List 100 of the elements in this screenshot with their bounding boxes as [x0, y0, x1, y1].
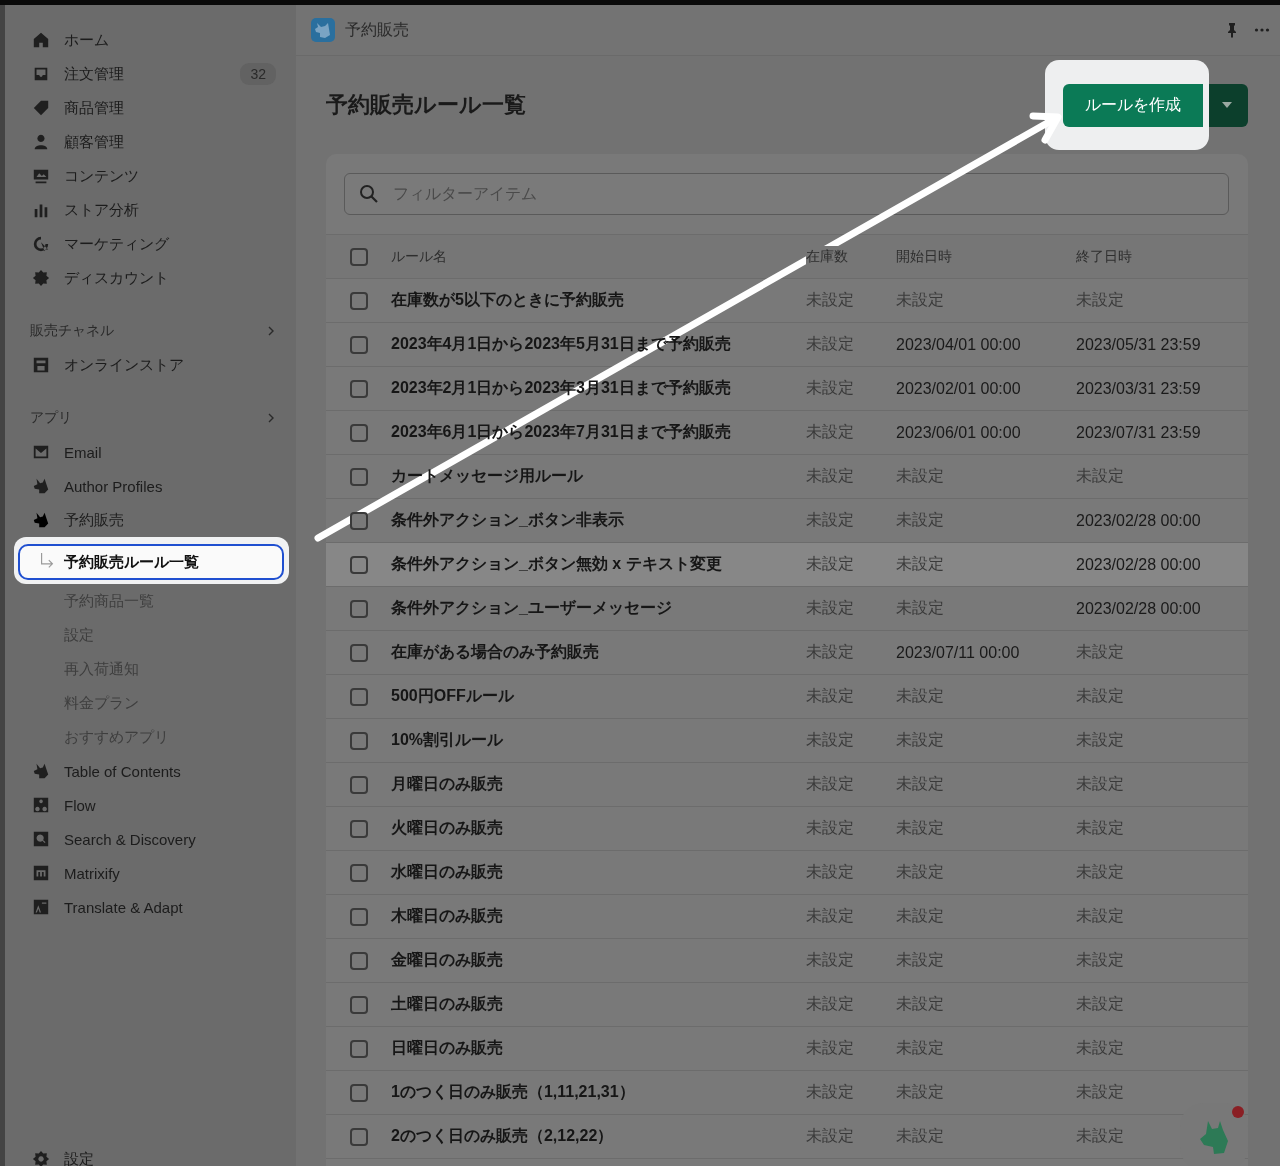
table-row[interactable]: 条件外アクション_ボタン無効 x テキスト変更 未設定 未設定 2023/02/28 00:00 [326, 543, 1248, 587]
row-checkbox[interactable] [349, 995, 368, 1014]
row-checkbox[interactable] [349, 1039, 368, 1058]
section-heading: アプリ [30, 409, 72, 427]
table-row[interactable]: 日曜日のみ販売 未設定 未設定 未設定 [326, 1027, 1248, 1071]
nav-item[interactable]: 顧客管理 [5, 125, 296, 159]
table-cell: 未設定 [1076, 687, 1124, 704]
sub-nav-item[interactable]: 予約販売ルール一覧 [18, 544, 284, 580]
table-row[interactable]: 水曜日のみ販売 未設定 未設定 未設定 [326, 851, 1248, 895]
nav-item[interactable]: Email [5, 435, 296, 469]
rule-name: 500円OFFルール [391, 687, 514, 704]
nav-item[interactable]: Table of Contents [5, 754, 296, 788]
settings-link[interactable]: 設定 [5, 1142, 296, 1166]
table-cell: 未設定 [806, 863, 854, 880]
table-cell: 未設定 [896, 731, 944, 748]
nav-item[interactable]: Search & Discovery [5, 822, 296, 856]
rule-name: 条件外アクション_ボタン無効 x テキスト変更 [391, 555, 722, 572]
column-header: 開始日時 [896, 246, 952, 266]
table-cell: 未設定 [806, 643, 854, 660]
table-cell: 未設定 [896, 511, 944, 528]
search-icon [359, 184, 379, 204]
create-rule-button[interactable]: ルールを作成 [1063, 84, 1203, 127]
table-row[interactable]: 在庫数が5以下のときに予約販売 未設定 未設定 未設定 [326, 279, 1248, 323]
dog-icon [32, 477, 50, 495]
nav-item[interactable]: ストア分析 [5, 193, 296, 227]
target-icon [32, 235, 50, 253]
row-checkbox[interactable] [349, 907, 368, 926]
rule-name: 土曜日のみ販売 [391, 995, 503, 1012]
table-row[interactable]: 条件外アクション_ユーザーメッセージ 未設定 未設定 2023/02/28 00:00 [326, 587, 1248, 631]
column-header: ルール名 [391, 246, 447, 266]
table-row[interactable]: 火曜日のみ販売 未設定 未設定 未設定 [326, 807, 1248, 851]
row-checkbox[interactable] [349, 467, 368, 486]
table-cell: 2023/04/01 00:00 [896, 335, 1021, 353]
table-row[interactable]: 10%割引ルール 未設定 未設定 未設定 [326, 719, 1248, 763]
select-all-checkbox[interactable] [349, 247, 368, 266]
table-cell: 未設定 [1076, 775, 1124, 792]
row-checkbox[interactable] [349, 951, 368, 970]
row-checkbox[interactable] [349, 291, 368, 310]
app-logo-icon [311, 18, 335, 42]
row-checkbox[interactable] [349, 643, 368, 662]
home-icon [32, 31, 50, 49]
table-cell: 未設定 [896, 819, 944, 836]
table-cell: 未設定 [806, 819, 854, 836]
inbox-icon [32, 65, 50, 83]
nav-item[interactable]: Translate & Adapt [5, 890, 296, 924]
nav-item[interactable]: マーケティング [5, 227, 296, 261]
table-cell: 未設定 [896, 775, 944, 792]
page-title: 予約販売ルール一覧 [326, 91, 526, 119]
row-checkbox[interactable] [349, 379, 368, 398]
rule-name: 在庫がある場合のみ予約販売 [391, 643, 599, 660]
table-cell: 未設定 [806, 951, 854, 968]
table-row[interactable]: 金曜日のみ販売 未設定 未設定 未設定 [326, 939, 1248, 983]
nav-item[interactable]: 予約販売 [5, 503, 296, 537]
row-checkbox[interactable] [349, 731, 368, 750]
nav-item[interactable]: Flow [5, 788, 296, 822]
table-cell: 2023/05/31 23:59 [1076, 335, 1201, 353]
table-cell: 未設定 [896, 1127, 944, 1144]
nav-item[interactable]: Matrixify [5, 856, 296, 890]
table-row[interactable]: 月曜日のみ販売 未設定 未設定 未設定 [326, 763, 1248, 807]
table-cell: 未設定 [1076, 731, 1124, 748]
table-row[interactable]: 500円OFFルール 未設定 未設定 未設定 [326, 675, 1248, 719]
table-cell: 未設定 [806, 1083, 854, 1100]
row-checkbox[interactable] [349, 775, 368, 794]
row-checkbox[interactable] [349, 555, 368, 574]
table-row[interactable]: 土曜日のみ販売 未設定 未設定 未設定 [326, 983, 1248, 1027]
row-checkbox[interactable] [349, 423, 368, 442]
table-cell: 未設定 [806, 731, 854, 748]
chevron-icon[interactable] [266, 326, 276, 336]
chevron-icon[interactable] [266, 413, 276, 423]
rule-name: 日曜日のみ販売 [391, 1039, 503, 1056]
table-row[interactable]: 木曜日のみ販売 未設定 未設定 未設定 [326, 895, 1248, 939]
table-cell: 未設定 [806, 335, 854, 352]
table-cell: 未設定 [896, 291, 944, 308]
nav-item[interactable]: 注文管理 32 [5, 57, 296, 91]
table-cell: 2023/02/28 00:00 [1076, 511, 1201, 529]
column-header: 在庫数 [806, 246, 848, 266]
nav-item[interactable]: 商品管理 [5, 91, 296, 125]
rule-name: 10%割引ルール [391, 731, 504, 748]
row-checkbox[interactable] [349, 687, 368, 706]
nav-item[interactable]: Author Profiles [5, 469, 296, 503]
row-checkbox[interactable] [349, 819, 368, 838]
table-row[interactable]: 在庫がある場合のみ予約販売 未設定 2023/07/11 00:00 未設定 [326, 631, 1248, 675]
row-checkbox[interactable] [349, 863, 368, 882]
nav-item[interactable]: コンテンツ [5, 159, 296, 193]
row-checkbox[interactable] [349, 599, 368, 618]
table-cell: 未設定 [1076, 819, 1124, 836]
table-cell: 未設定 [806, 1127, 854, 1144]
table-cell: 未設定 [806, 555, 854, 572]
nav-item[interactable]: ホーム [5, 23, 296, 57]
branch-icon [38, 553, 56, 571]
row-checkbox[interactable] [349, 1083, 368, 1102]
table-cell: 2023/02/28 00:00 [1076, 599, 1201, 617]
rule-name: 金曜日のみ販売 [391, 951, 503, 968]
rule-name: 2のつく日のみ販売（2,12,22） [391, 1127, 614, 1144]
row-checkbox[interactable] [349, 1127, 368, 1146]
section-heading: 販売チャネル [30, 322, 114, 340]
nav-item[interactable]: ディスカウント [5, 261, 296, 295]
table-cell: 未設定 [896, 995, 944, 1012]
nav-item[interactable]: オンラインストア [5, 348, 296, 382]
row-checkbox[interactable] [349, 335, 368, 354]
